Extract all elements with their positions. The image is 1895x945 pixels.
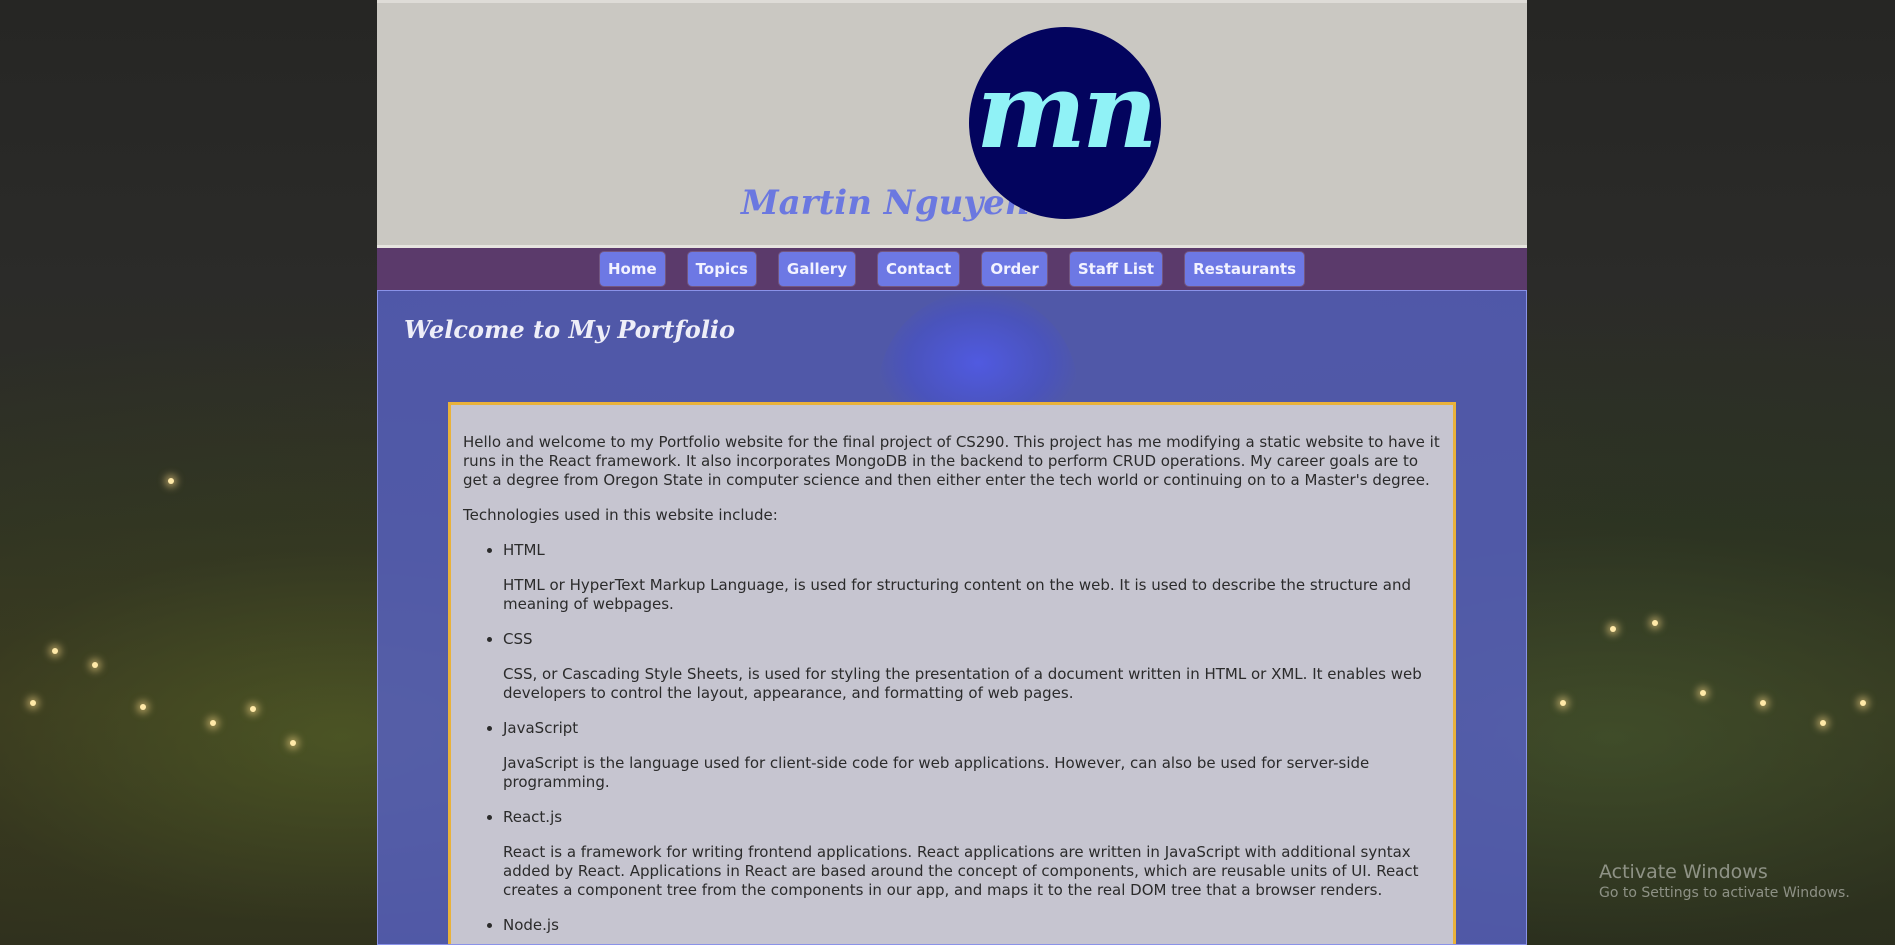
tech-description: React is a framework for writing fronten… (503, 843, 1419, 899)
main-content: Welcome to My Portfolio Hello and welcom… (377, 290, 1527, 945)
background-dome (878, 291, 1078, 411)
page-container: Martin Nguyen mn Home Topics Gallery Con… (377, 0, 1527, 945)
nav-gallery[interactable]: Gallery (778, 252, 855, 286)
nav-order[interactable]: Order (982, 252, 1047, 286)
logo-text: mn (976, 49, 1158, 172)
list-item: CSS CSS, or Cascading Style Sheets, is u… (503, 630, 1441, 703)
activate-windows-watermark: Activate Windows Go to Settings to activ… (1599, 860, 1850, 902)
tech-name: HTML (503, 541, 545, 559)
watermark-subtitle: Go to Settings to activate Windows. (1599, 885, 1850, 901)
nav-restaurants[interactable]: Restaurants (1185, 252, 1305, 286)
tech-description: HTML or HyperText Markup Language, is us… (503, 576, 1411, 613)
nav-staff-list[interactable]: Staff List (1069, 252, 1163, 286)
nav-topics[interactable]: Topics (687, 252, 756, 286)
watermark-title: Activate Windows (1599, 861, 1768, 883)
list-item: HTML HTML or HyperText Markup Language, … (503, 541, 1441, 614)
list-item: React.js React is a framework for writin… (503, 808, 1441, 900)
nav-home[interactable]: Home (599, 252, 665, 286)
list-item: Node.js (503, 916, 1441, 935)
tech-name: Node.js (503, 916, 559, 934)
nav-contact[interactable]: Contact (877, 252, 960, 286)
tech-name: CSS (503, 630, 533, 648)
tech-name: JavaScript (503, 719, 579, 737)
tech-description: JavaScript is the language used for clie… (503, 754, 1370, 791)
technology-list: HTML HTML or HyperText Markup Language, … (463, 541, 1441, 935)
site-header: Martin Nguyen mn (377, 0, 1527, 248)
tech-intro: Technologies used in this website includ… (463, 506, 778, 524)
intro-paragraph: Hello and welcome to my Portfolio websit… (463, 433, 1440, 489)
main-nav: Home Topics Gallery Contact Order Staff … (377, 248, 1527, 290)
tech-name: React.js (503, 808, 563, 826)
list-item: JavaScript JavaScript is the language us… (503, 719, 1441, 792)
tech-description: CSS, or Cascading Style Sheets, is used … (503, 665, 1422, 702)
page-heading: Welcome to My Portfolio (404, 315, 736, 344)
logo: mn (969, 27, 1161, 219)
site-title: Martin Nguyen (741, 183, 1030, 223)
intro-article: Hello and welcome to my Portfolio websit… (448, 402, 1456, 944)
